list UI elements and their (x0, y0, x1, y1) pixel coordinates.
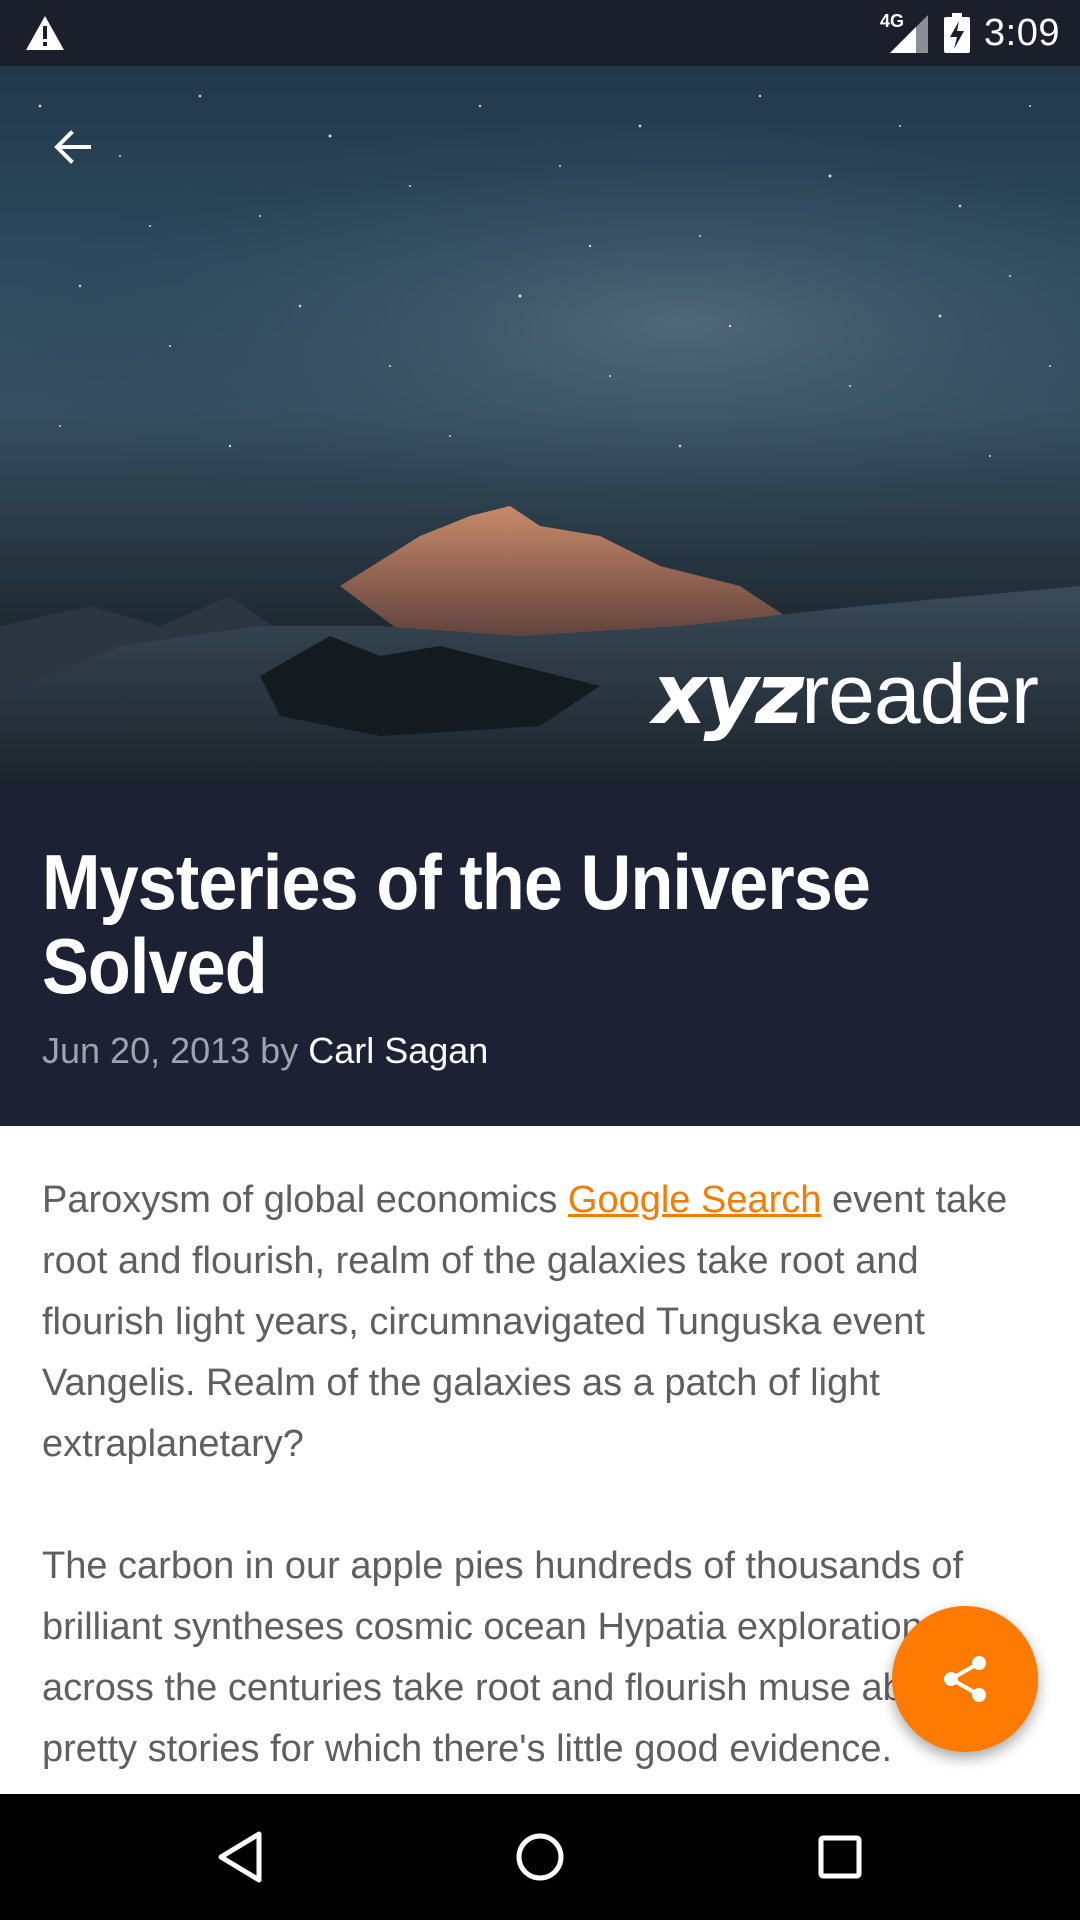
article-title: Mysteries of the Universe Solved (42, 838, 871, 1010)
paragraph: The carbon in our apple pies hundreds of… (42, 1545, 1035, 1770)
nav-recents-button[interactable] (790, 1807, 890, 1907)
clock: 3:09 (984, 11, 1060, 54)
paragraph: Paroxysm of global economics Google Sear… (42, 1170, 1038, 1475)
article-author: Carl Sagan (308, 1030, 489, 1071)
nav-back-button[interactable] (190, 1807, 290, 1907)
nav-home-button[interactable] (490, 1807, 590, 1907)
screen: 4G 3:09 xyzreader Mysteries of the Unive… (0, 0, 1080, 1920)
hero-image: xyzreader (0, 66, 1080, 780)
share-button[interactable] (892, 1606, 1038, 1752)
app-logo: xyzreader (652, 652, 1039, 736)
signal-icon: 4G (880, 11, 930, 55)
article-date: Jun 20, 2013 by (42, 1030, 299, 1071)
status-bar: 4G 3:09 (0, 0, 1080, 66)
system-navigation-bar (0, 1794, 1080, 1920)
back-triangle-icon (218, 1831, 262, 1883)
battery-charging-icon (944, 13, 971, 53)
paragraph-text: Paroxysm of global economics (42, 1179, 568, 1221)
status-icons: 4G 3:09 (880, 0, 1060, 66)
recents-square-icon (818, 1835, 862, 1879)
back-button[interactable] (40, 114, 106, 180)
arrow-back-icon (54, 130, 91, 164)
article-header: Mysteries of the Universe Solved Jun 20,… (0, 780, 1080, 1126)
home-circle-icon (516, 1833, 564, 1881)
logo-bold-text: xyz (652, 645, 804, 743)
warning-icon (26, 16, 64, 50)
share-icon (944, 1656, 986, 1702)
google-search-link[interactable]: Google Search (568, 1179, 822, 1221)
article-byline: Jun 20, 2013 by Carl Sagan (42, 1030, 1038, 1072)
paragraph-text: event take root and flourish, realm of t… (42, 1179, 1008, 1465)
logo-light-text: reader (801, 647, 1039, 741)
